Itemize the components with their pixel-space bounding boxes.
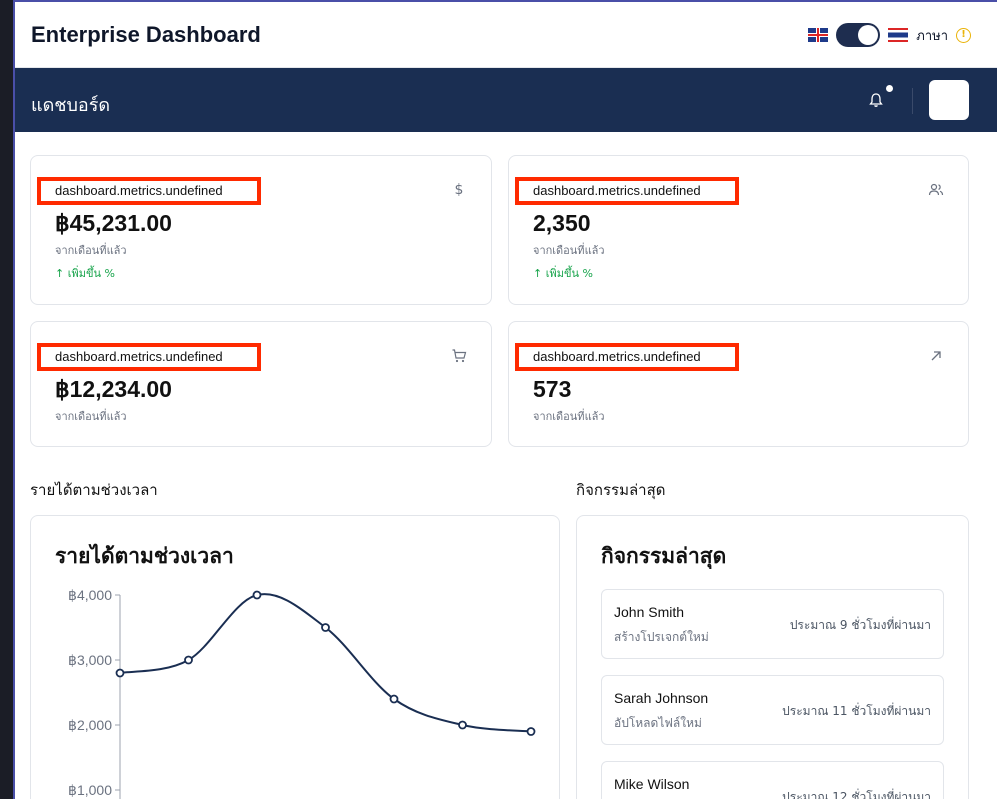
activity-time: ประมาณ 11 ชั่วโมงที่ผ่านมา — [782, 704, 931, 718]
metric-label: dashboard.metrics.undefined — [515, 177, 739, 205]
language-toggle[interactable] — [836, 23, 881, 47]
metric-label: dashboard.metrics.undefined — [515, 343, 739, 371]
metric-subtext: จากเดือนที่แล้ว — [533, 244, 605, 257]
activity-section-heading: กิจกรรมล่าสุด — [576, 482, 666, 499]
activity-card: กิจกรรมล่าสุด John Smith สร้างโปรเจกต์ให… — [576, 515, 969, 799]
activity-time: ประมาณ 9 ชั่วโมงที่ผ่านมา — [789, 618, 931, 632]
nav-divider — [912, 88, 913, 114]
notification-dot — [886, 85, 893, 92]
y-tick-label: ฿3,000 — [68, 652, 112, 668]
arrow-up-right-icon — [931, 351, 941, 361]
metric-card-active: dashboard.metrics.undefined 573 จากเดือน… — [508, 321, 969, 447]
metric-subtext: จากเดือนที่แล้ว — [533, 410, 605, 423]
thai-flag-icon[interactable] — [888, 28, 909, 42]
metric-value: ฿12,234.00 — [55, 376, 172, 402]
activity-user-name: Mike Wilson — [614, 776, 690, 792]
warning-icon[interactable]: ! — [956, 27, 971, 43]
activity-user-name: Sarah Johnson — [614, 690, 709, 706]
y-tick-label: ฿1,000 — [68, 782, 112, 798]
metric-value: 2,350 — [533, 210, 591, 236]
y-tick-label: ฿2,000 — [68, 717, 112, 733]
dollar-icon: $ — [454, 182, 464, 198]
activity-title: กิจกรรมล่าสุด — [601, 544, 727, 568]
nav-bar: แดชบอร์ด — [15, 68, 997, 132]
data-point[interactable] — [252, 590, 262, 600]
data-point[interactable] — [115, 668, 125, 678]
activity-user-name: John Smith — [614, 604, 685, 620]
language-label: ภาษา — [916, 27, 948, 43]
data-point[interactable] — [389, 694, 399, 704]
app-title: Enterprise Dashboard — [31, 22, 261, 47]
activity-time: ประมาณ 12 ชั่วโมงที่ผ่านมา — [782, 790, 931, 799]
metric-label: dashboard.metrics.undefined — [37, 343, 261, 371]
data-point[interactable] — [526, 727, 536, 736]
activity-item[interactable]: John Smith สร้างโปรเจกต์ใหม่ ประมาณ 9 ชั… — [601, 589, 944, 659]
metric-card-revenue: dashboard.metrics.undefined $ ฿45,231.00… — [30, 155, 492, 305]
revenue-line-chart: ฿4,000 ฿3,000 ฿2,000 ฿1,000 — [68, 587, 536, 799]
activity-description: สร้างโปรเจกต์ใหม่ — [614, 630, 709, 644]
app-window: Enterprise Dashboard ภาษา ! แดชบอร์ด das… — [13, 0, 997, 799]
activity-description: อัปโหลดไฟล์ใหม่ — [614, 716, 702, 730]
nav-title: แดชบอร์ด — [31, 95, 111, 115]
top-header: Enterprise Dashboard ภาษา ! — [15, 2, 997, 68]
metric-change: ↑ เพิ่มขึ้น % — [533, 267, 593, 280]
language-switcher: ภาษา ! — [808, 22, 971, 48]
data-point[interactable] — [321, 623, 330, 632]
revenue-chart-card: รายได้ตามช่วงเวลา ฿4,000 ฿3,000 ฿2,000 ฿1,0… — [30, 515, 560, 799]
metric-label: dashboard.metrics.undefined — [37, 177, 261, 205]
activity-item[interactable]: Mike Wilson ประมาณ 12 ชั่วโมงที่ผ่านมา — [601, 761, 944, 799]
data-point[interactable] — [184, 655, 193, 665]
metric-subtext: จากเดือนที่แล้ว — [55, 244, 127, 257]
metric-value: 573 — [533, 376, 572, 402]
activity-item[interactable]: Sarah Johnson อัปโหลดไฟล์ใหม่ ประมาณ 11 … — [601, 675, 944, 745]
metric-card-sales: dashboard.metrics.undefined ฿12,234.00 จ… — [30, 321, 492, 447]
bell-icon[interactable] — [868, 92, 884, 108]
users-icon — [928, 183, 944, 196]
user-avatar[interactable] — [929, 80, 969, 120]
toggle-knob — [858, 25, 879, 45]
metric-subtext: จากเดือนที่แล้ว — [55, 410, 127, 423]
revenue-section-heading: รายได้ตามช่วงเวลา — [30, 482, 158, 499]
metric-card-users: dashboard.metrics.undefined 2,350 จากเดื… — [508, 155, 969, 305]
revenue-line — [119, 593, 532, 733]
cart-icon — [452, 349, 467, 363]
chart-title: รายได้ตามช่วงเวลา — [55, 544, 234, 568]
data-point[interactable] — [458, 720, 467, 730]
metric-change: ↑ เพิ่มขึ้น % — [55, 267, 115, 280]
y-tick-label: ฿4,000 — [68, 587, 112, 603]
left-window-edge — [0, 0, 13, 799]
uk-flag-icon[interactable] — [808, 28, 829, 42]
metric-value: ฿45,231.00 — [55, 210, 172, 236]
